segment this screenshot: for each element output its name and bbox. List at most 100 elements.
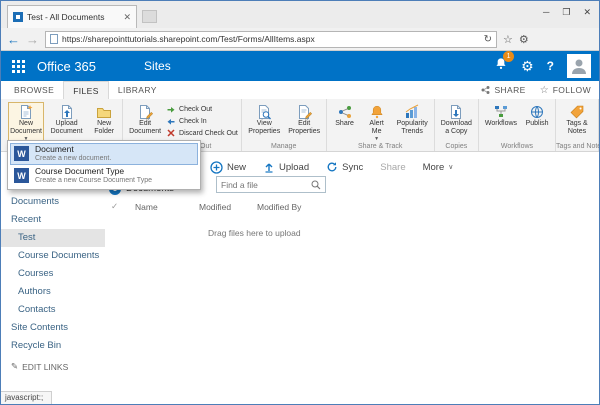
tab-close-icon[interactable]: ✕ <box>123 12 131 23</box>
new-document-label: New Document <box>10 120 42 136</box>
download-copy-label: Download a Copy <box>440 120 472 136</box>
view-properties-label: View Properties <box>248 120 281 136</box>
window-maximize-icon[interactable]: ❒ <box>562 7 570 18</box>
share-document-button[interactable]: Share <box>330 102 360 130</box>
edit-properties-button[interactable]: Edit Properties <box>286 102 323 138</box>
find-file-box <box>216 176 326 193</box>
refresh-icon[interactable]: ↻ <box>484 34 492 45</box>
sidebar-item-documents[interactable]: Documents <box>1 193 105 211</box>
view-properties-button[interactable]: View Properties <box>245 102 284 138</box>
ribbon-tab-row: BROWSE FILES LIBRARY SHARE ☆ FOLLOW <box>1 81 599 99</box>
search-icon[interactable] <box>311 180 321 190</box>
new-document-icon <box>21 105 33 119</box>
column-header-name[interactable]: Name <box>135 202 199 212</box>
tags-notes-button[interactable]: Tags & Notes <box>559 102 595 138</box>
tab-browse[interactable]: BROWSE <box>5 81 63 99</box>
office-suite-bar: Office 365 Sites 1 ⚙ ? <box>1 51 599 81</box>
alert-me-button[interactable]: Alert Me ▼ <box>362 102 392 145</box>
download-copy-button[interactable]: Download a Copy <box>438 102 475 138</box>
share-item-button[interactable]: Share <box>380 162 405 173</box>
sidebar-item-site-contents[interactable]: Site Contents <box>1 319 105 337</box>
menu-item-document[interactable]: W Document Create a new document. <box>10 143 198 165</box>
settings-gear-icon[interactable]: ⚙ <box>521 59 534 73</box>
workflows-icon <box>494 106 507 117</box>
find-file-input[interactable] <box>221 179 311 190</box>
sidebar-item-test[interactable]: Test <box>1 229 105 247</box>
user-avatar[interactable] <box>567 54 591 78</box>
new-tab-button[interactable] <box>142 10 157 23</box>
sidebar-item-courses[interactable]: Courses <box>1 265 105 283</box>
popularity-trends-button[interactable]: Popularity Trends <box>394 102 431 138</box>
favorites-star-icon[interactable]: ☆ <box>503 33 513 46</box>
tab-library[interactable]: LIBRARY <box>109 81 166 99</box>
alert-me-label: Alert Me <box>369 120 384 136</box>
check-in-label: Check In <box>179 117 207 125</box>
follow-button[interactable]: FOLLOW <box>553 85 591 95</box>
notifications-bell-icon[interactable]: 1 <box>494 51 515 76</box>
check-out-button[interactable]: Check Out <box>166 104 238 114</box>
upload-arrow-icon <box>265 163 273 173</box>
upload-document-icon <box>61 105 72 119</box>
publish-icon <box>531 106 544 118</box>
back-arrow-icon[interactable]: ← <box>7 33 20 46</box>
column-header-modified[interactable]: Modified <box>199 202 257 212</box>
edit-properties-label: Edit Properties <box>288 120 321 136</box>
sidebar-item-contacts[interactable]: Contacts <box>1 301 105 319</box>
check-in-button[interactable]: Check In <box>166 116 238 126</box>
office-brand: Office 365 <box>37 58 97 74</box>
discard-check-out-icon <box>167 129 175 137</box>
word-document-icon: W <box>14 146 29 162</box>
sync-button[interactable]: Sync <box>326 161 363 173</box>
window-close-icon[interactable]: ✕ <box>583 7 591 18</box>
sidebar-item-authors[interactable]: Authors <box>1 283 105 301</box>
sites-link[interactable]: Sites <box>144 59 171 73</box>
browser-tab[interactable]: Test - All Documents ✕ <box>7 5 137 28</box>
select-all-check-icon[interactable]: ✓ <box>111 201 135 212</box>
popularity-trends-label: Popularity Trends <box>396 120 428 136</box>
ribbon-group-label-workflows: Workflows <box>500 143 534 150</box>
column-header-modified-by[interactable]: Modified By <box>257 202 329 212</box>
forward-arrow-icon[interactable]: → <box>26 33 39 46</box>
ribbon-group-label-share-track: Share & Track <box>358 143 403 150</box>
ribbon-group-copies: Download a Copy Copies <box>435 99 479 151</box>
sidebar-item-course-documents[interactable]: Course Documents <box>1 247 105 265</box>
new-document-menu: W Document Create a new document. W Cour… <box>7 140 201 190</box>
edit-document-button[interactable]: Edit Document <box>126 102 164 138</box>
help-button[interactable]: ? <box>547 59 554 73</box>
edit-links-button[interactable]: ✎ EDIT LINKS <box>1 361 105 372</box>
upload-label: Upload <box>279 161 310 173</box>
tab-files[interactable]: FILES <box>63 81 109 99</box>
new-item-button[interactable]: New <box>210 160 247 174</box>
publish-button[interactable]: Publish <box>522 102 552 130</box>
new-document-button[interactable]: New Document ▼ <box>8 102 45 145</box>
upload-document-button[interactable]: Upload Document <box>46 102 87 138</box>
new-folder-button[interactable]: New Folder <box>89 102 119 138</box>
ribbon-group-share-track: Share Alert Me ▼ Popularity Trends Share… <box>327 99 435 151</box>
workflows-label: Workflows <box>484 120 518 127</box>
new-item-label: New <box>227 161 247 173</box>
discard-check-out-button[interactable]: Discard Check Out <box>166 128 238 138</box>
ribbon-group-manage: View Properties Edit Properties Manage <box>242 99 327 151</box>
list-toolbar: New Upload Sync Share More ∨ <box>210 158 453 176</box>
window-minimize-icon[interactable]: ─ <box>543 7 549 18</box>
share-follow-actions: SHARE ☆ FOLLOW <box>480 81 599 99</box>
ribbon-group-label-manage: Manage <box>271 143 297 150</box>
url-text: https://sharepointtutorials.sharepoint.c… <box>62 34 315 44</box>
page-icon <box>50 34 58 44</box>
status-bar: javascript:; <box>1 391 53 404</box>
url-field[interactable]: https://sharepointtutorials.sharepoint.c… <box>45 30 497 48</box>
workflows-button[interactable]: Workflows <box>482 102 520 130</box>
chevron-down-icon: ∨ <box>448 164 454 171</box>
more-button[interactable]: More ∨ <box>423 162 454 173</box>
sidebar-item-recycle-bin[interactable]: Recycle Bin <box>1 337 105 355</box>
tags-notes-label: Tags & Notes <box>566 120 588 136</box>
app-launcher-waffle-icon[interactable] <box>1 51 35 81</box>
share-button[interactable]: SHARE <box>494 85 525 95</box>
list-header-row: ✓ Name Modified Modified By <box>111 201 329 212</box>
upload-button[interactable]: Upload <box>263 161 309 173</box>
menu-item-course-document-type[interactable]: W Course Document Type Create a new Cour… <box>10 165 198 187</box>
edit-links-label: EDIT LINKS <box>22 361 69 372</box>
tools-gear-icon[interactable]: ⚙ <box>519 33 529 46</box>
sidebar-item-recent[interactable]: Recent <box>1 211 105 229</box>
new-folder-label: New Folder <box>94 120 115 136</box>
